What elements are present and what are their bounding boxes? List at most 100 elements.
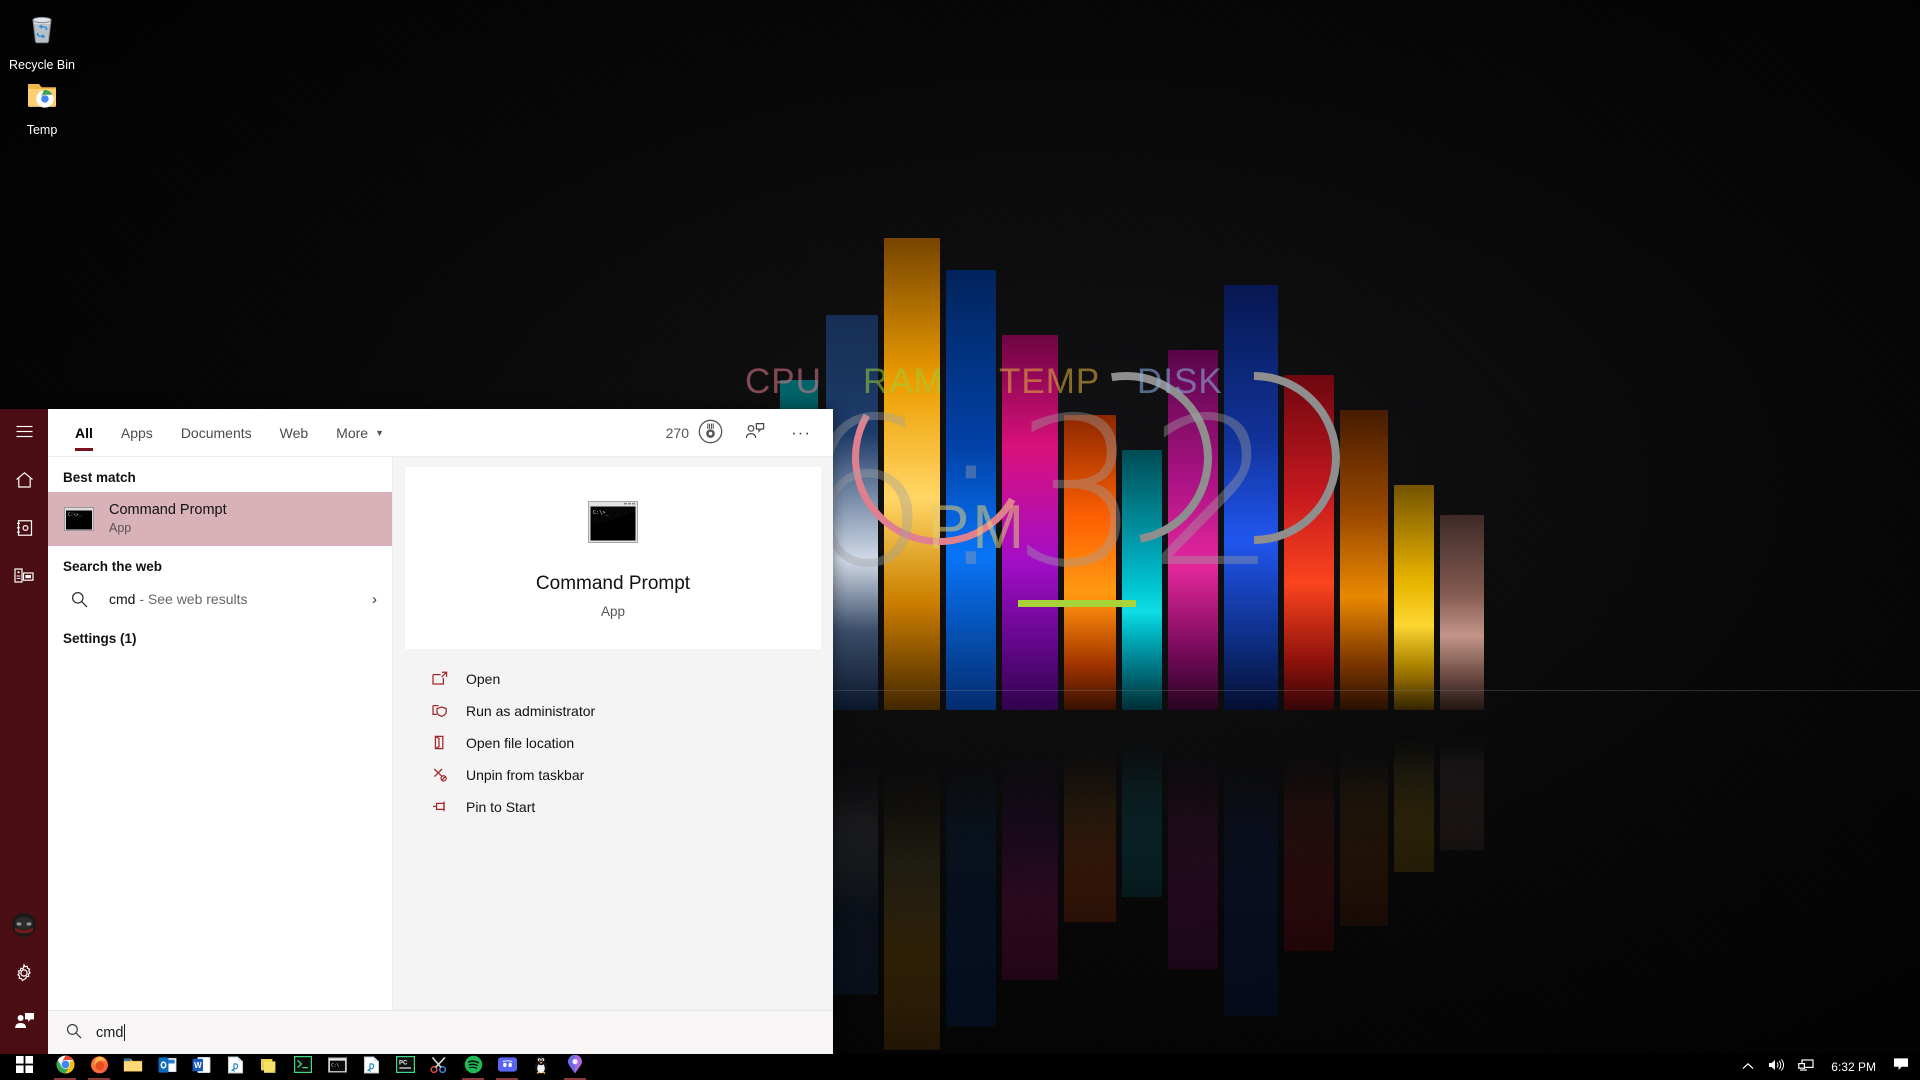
taskbar-item-penguin-app[interactable]	[524, 1054, 558, 1080]
wallpaper-clock: 6:32	[800, 375, 1284, 613]
sticky-notes-icon	[260, 1056, 278, 1079]
chevron-right-icon: ›	[372, 591, 377, 608]
result-item-web-search[interactable]: cmd - See web results ›	[48, 581, 392, 618]
taskbar-item-file-explorer[interactable]	[116, 1054, 150, 1080]
taskbar-item-sticky-notes[interactable]	[252, 1054, 286, 1080]
tab-documents[interactable]: Documents	[167, 409, 266, 456]
windows-logo-icon	[16, 1056, 33, 1078]
medal-icon	[698, 419, 723, 447]
search-input-value: cmd	[96, 1025, 123, 1041]
network-button[interactable]	[1791, 1054, 1821, 1080]
firefox-icon	[90, 1055, 109, 1079]
taskbar-item-maps[interactable]	[558, 1054, 592, 1080]
tab-label: Documents	[181, 425, 252, 441]
hamburger-menu-button[interactable]	[0, 409, 48, 457]
taskbar-item-terminal[interactable]	[286, 1054, 320, 1080]
action-label: Unpin from taskbar	[466, 767, 584, 783]
feedback-button[interactable]	[741, 419, 769, 447]
action-unpin-from-taskbar[interactable]: Unpin from taskbar	[405, 759, 821, 791]
sidebar-item-documents[interactable]	[0, 505, 48, 553]
action-label: Open file location	[466, 735, 574, 751]
desktop-icon-temp[interactable]: Temp	[0, 73, 84, 138]
show-hidden-icons-button[interactable]	[1735, 1054, 1761, 1080]
taskbar-item-app-blue-doc-2[interactable]	[354, 1054, 388, 1080]
taskbar-item-discord[interactable]	[490, 1054, 524, 1080]
tab-label: More	[336, 425, 368, 441]
search-input[interactable]: cmd	[96, 1024, 125, 1041]
sidebar-item-settings[interactable]	[0, 950, 48, 998]
taskbar-item-word[interactable]: W	[184, 1054, 218, 1080]
unpin-icon	[431, 767, 449, 782]
penguin-icon	[533, 1055, 549, 1079]
command-prompt-icon: C:\>_	[63, 507, 95, 531]
action-run-as-administrator[interactable]: Run as administrator	[405, 695, 821, 727]
result-item-command-prompt[interactable]: C:\>_ Command Prompt App	[48, 492, 392, 546]
action-open-file-location[interactable]: Open file location	[405, 727, 821, 759]
command-prompt-icon: C:\	[328, 1057, 347, 1078]
svg-text:PC: PC	[399, 1061, 408, 1067]
rewards-points: 270	[666, 425, 689, 441]
clock[interactable]: 6:32 PM	[1821, 1054, 1886, 1080]
taskbar-item-snipping-tool[interactable]	[422, 1054, 456, 1080]
volume-button[interactable]	[1761, 1054, 1791, 1080]
app-document-icon	[227, 1056, 244, 1079]
recycle-bin-icon	[0, 8, 84, 53]
tab-more[interactable]: More ▼	[322, 409, 398, 456]
taskbar-item-chrome[interactable]	[48, 1054, 82, 1080]
action-label: Pin to Start	[466, 799, 535, 815]
action-center-icon	[1893, 1057, 1909, 1077]
tab-label: All	[75, 425, 93, 441]
group-header-settings: Settings (1)	[48, 618, 392, 653]
taskbar-item-outlook[interactable]	[150, 1054, 184, 1080]
command-prompt-large-icon: C:\>_	[405, 501, 821, 546]
chrome-icon	[56, 1055, 75, 1079]
search-preview-pane: C:\>_ Command Prompt App Open	[393, 457, 833, 1010]
wallpaper-monitor-labels: CPU RAM TEMP DISK	[745, 362, 1245, 402]
taskbar-item-firefox[interactable]	[82, 1054, 116, 1080]
desktop-icon-recycle-bin[interactable]: Recycle Bin	[0, 8, 84, 73]
chevron-up-icon	[1742, 1058, 1754, 1076]
tab-all[interactable]: All	[61, 409, 107, 456]
tab-web[interactable]: Web	[266, 409, 323, 456]
wallpaper-clock-meridiem: PM	[928, 492, 1027, 563]
preview-subtitle: App	[405, 604, 821, 619]
monitor-label-temp: TEMP	[999, 362, 1111, 402]
taskbar-item-spotify[interactable]	[456, 1054, 490, 1080]
action-center-button[interactable]	[1886, 1054, 1916, 1080]
avatar[interactable]	[0, 902, 48, 950]
more-options-button[interactable]: ···	[787, 419, 815, 447]
action-label: Run as administrator	[466, 703, 595, 719]
rewards-button[interactable]: 270	[666, 419, 723, 447]
search-input-row[interactable]: cmd	[48, 1010, 833, 1054]
file-explorer-icon	[123, 1056, 143, 1079]
start-search-panel: All Apps Documents Web More ▼ 270	[0, 409, 833, 1054]
action-open[interactable]: Open	[405, 663, 821, 695]
group-header-best-match: Best match	[48, 457, 392, 492]
desktop-icon-label: Recycle Bin	[9, 58, 75, 72]
monitor-label-ram: RAM	[863, 362, 973, 402]
monitor-label-disk: DISK	[1137, 362, 1223, 402]
web-result-suffix: - See web results	[135, 591, 247, 607]
taskbar-item-command-prompt[interactable]: C:\	[320, 1054, 354, 1080]
sidebar-item-home[interactable]	[0, 457, 48, 505]
app-document-icon	[363, 1056, 380, 1079]
tab-label: Apps	[121, 425, 153, 441]
start-button[interactable]	[0, 1054, 48, 1080]
web-result-label: cmd - See web results	[109, 591, 248, 607]
sidebar-item-devices[interactable]	[0, 553, 48, 601]
scissors-icon	[430, 1056, 449, 1079]
sidebar-item-feedback[interactable]	[0, 998, 48, 1046]
action-pin-to-start[interactable]: Pin to Start	[405, 791, 821, 823]
tab-apps[interactable]: Apps	[107, 409, 167, 456]
shield-icon	[431, 703, 449, 718]
result-title: Command Prompt	[109, 501, 227, 520]
user-avatar-icon	[11, 912, 37, 941]
folder-location-icon	[431, 735, 449, 750]
preview-card: C:\>_ Command Prompt App	[405, 467, 821, 649]
search-results-list: Best match C:\>_ Command Prompt	[48, 457, 393, 1010]
taskbar-item-pc-manager[interactable]: PC	[388, 1054, 422, 1080]
search-icon	[63, 591, 95, 608]
search-icon	[66, 1023, 82, 1042]
taskbar-item-app-blue-doc[interactable]	[218, 1054, 252, 1080]
group-header-search-the-web: Search the web	[48, 546, 392, 581]
